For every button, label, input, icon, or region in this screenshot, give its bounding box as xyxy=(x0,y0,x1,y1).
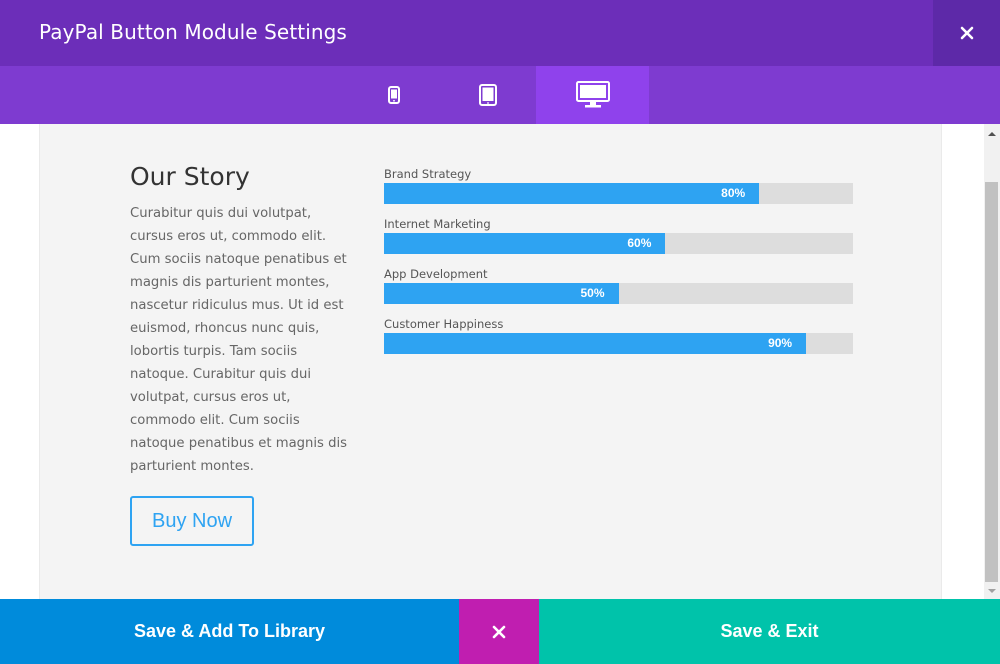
progress-bars: Brand Strategy 80% Internet Marketing 60… xyxy=(384,167,853,367)
modal-title: PayPal Button Module Settings xyxy=(39,20,347,44)
bar-fill: 50% xyxy=(384,283,619,304)
bar-percent: 80% xyxy=(721,186,746,200)
arrow-down-icon xyxy=(988,589,996,593)
bar-track: 90% xyxy=(384,333,853,354)
save-add-library-button[interactable]: Save & Add To Library xyxy=(0,599,459,664)
story-body: Curabitur quis dui volutpat, cursus eros… xyxy=(130,206,348,474)
bar-track: 50% xyxy=(384,283,853,304)
modal-header: PayPal Button Module Settings xyxy=(0,0,1000,66)
bar-percent: 60% xyxy=(627,236,652,250)
vertical-scrollbar[interactable] xyxy=(984,124,1000,599)
arrow-up-icon xyxy=(988,132,996,136)
bar-fill: 90% xyxy=(384,333,807,354)
scroll-down-button[interactable] xyxy=(984,583,1000,599)
bar-percent: 50% xyxy=(580,286,605,300)
cancel-button[interactable] xyxy=(459,599,539,664)
bar-label: Customer Happiness xyxy=(384,317,504,331)
bar-label: Internet Marketing xyxy=(384,217,491,231)
tab-tablet[interactable] xyxy=(431,66,544,124)
close-icon xyxy=(492,625,506,638)
close-icon xyxy=(960,26,973,40)
bar-group: App Development 50% xyxy=(384,267,853,317)
tab-desktop[interactable] xyxy=(536,66,649,124)
bar-group: Internet Marketing 60% xyxy=(384,217,853,267)
scroll-up-button[interactable] xyxy=(984,126,1000,142)
story-title: Our Story xyxy=(130,162,250,191)
bar-label: Brand Strategy xyxy=(384,167,472,181)
preview-area: Our Story Curabitur quis dui volutpat, c… xyxy=(0,124,984,599)
bar-group: Customer Happiness 90% xyxy=(384,317,853,367)
buy-now-button[interactable]: Buy Now xyxy=(130,496,254,546)
tablet-icon xyxy=(478,84,497,106)
modal-footer: Save & Add To Library Save & Exit xyxy=(0,599,1000,664)
close-button[interactable] xyxy=(933,0,1000,66)
phone-icon xyxy=(387,86,400,104)
desktop-icon xyxy=(575,81,610,108)
bar-track: 80% xyxy=(384,183,853,204)
bar-label: App Development xyxy=(384,267,488,281)
bar-track: 60% xyxy=(384,233,853,254)
bar-fill: 80% xyxy=(384,183,760,204)
bar-fill: 60% xyxy=(384,233,666,254)
save-exit-button[interactable]: Save & Exit xyxy=(539,599,1000,664)
device-toolbar xyxy=(0,66,1000,124)
scroll-thumb[interactable] xyxy=(985,182,998,582)
preview-panel: Our Story Curabitur quis dui volutpat, c… xyxy=(39,124,942,599)
bar-percent: 90% xyxy=(768,336,793,350)
bar-group: Brand Strategy 80% xyxy=(384,167,853,217)
